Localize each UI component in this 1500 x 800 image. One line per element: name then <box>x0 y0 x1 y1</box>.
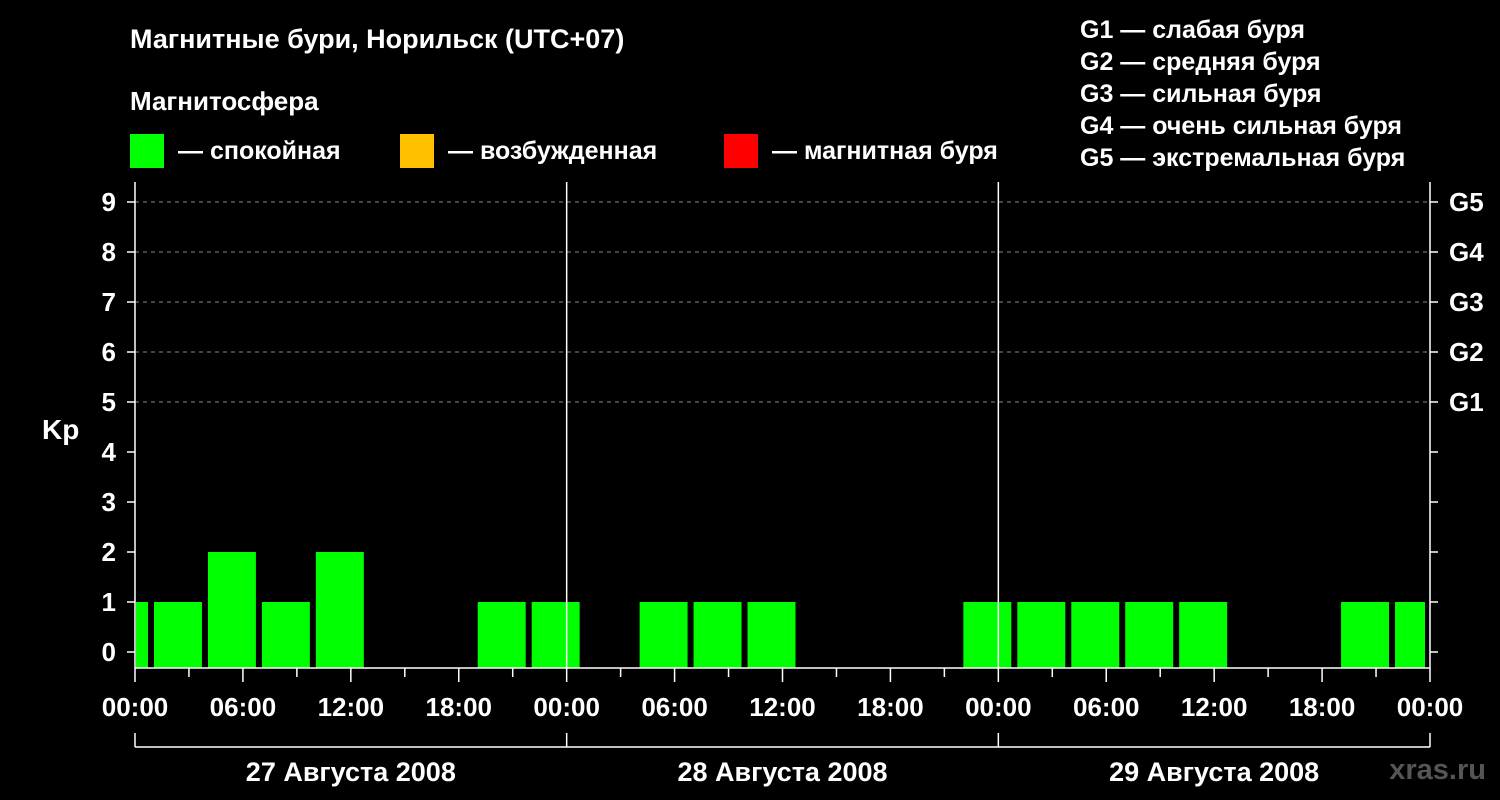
bar-16 <box>1395 602 1425 668</box>
bar-12 <box>1071 602 1120 668</box>
x-tick-label-11: 18:00 <box>1289 692 1356 722</box>
bar-2 <box>207 552 256 668</box>
y-tick-label-7: 7 <box>102 287 116 317</box>
x-tick-label-6: 12:00 <box>749 692 816 722</box>
g-level-label-4: G5 <box>1449 187 1484 217</box>
x-tick-label-5: 06:00 <box>641 692 708 722</box>
bar-3 <box>261 602 310 668</box>
x-tick-label-12: 00:00 <box>1397 692 1464 722</box>
x-tick-label-9: 06:00 <box>1073 692 1140 722</box>
x-tick-label-10: 12:00 <box>1181 692 1248 722</box>
g-level-label-2: G3 <box>1449 287 1484 317</box>
bar-9 <box>747 602 796 668</box>
x-tick-label-0: 00:00 <box>102 692 169 722</box>
bar-6 <box>531 602 580 668</box>
g-level-label-1: G2 <box>1449 337 1484 367</box>
y-tick-label-8: 8 <box>102 237 116 267</box>
day-label-1: 28 Августа 2008 <box>677 757 887 787</box>
x-tick-label-7: 18:00 <box>857 692 924 722</box>
y-axis-label: Kp <box>42 414 79 445</box>
bar-5 <box>477 602 526 668</box>
bar-1 <box>153 602 202 668</box>
bar-10 <box>963 602 1012 668</box>
g-level-label-0: G1 <box>1449 387 1484 417</box>
day-label-2: 29 Августа 2008 <box>1109 757 1319 787</box>
bar-15 <box>1341 602 1390 668</box>
bar-4 <box>315 552 364 668</box>
bar-14 <box>1179 602 1228 668</box>
y-tick-label-6: 6 <box>102 337 116 367</box>
watermark: xras.ru <box>1389 754 1486 786</box>
bar-11 <box>1017 602 1066 668</box>
y-tick-label-2: 2 <box>102 537 116 567</box>
bar-13 <box>1125 602 1174 668</box>
x-tick-label-3: 18:00 <box>426 692 493 722</box>
g-level-label-3: G4 <box>1449 237 1484 267</box>
bar-8 <box>693 602 742 668</box>
bar-7 <box>639 602 688 668</box>
y-tick-label-1: 1 <box>102 587 116 617</box>
day-label-0: 27 Августа 2008 <box>246 757 456 787</box>
x-tick-label-8: 00:00 <box>965 692 1032 722</box>
y-tick-label-3: 3 <box>102 487 116 517</box>
kp-bar-chart: 0 1 2 3 4 5 6 7 8 9 G1 G2 G3 G4 G5 Kp 00:00 06:00 12:00 18:… <box>42 182 1484 787</box>
y-tick-label-9: 9 <box>102 187 116 217</box>
y-tick-label-4: 4 <box>102 437 117 467</box>
bar-0 <box>136 602 148 668</box>
x-tick-label-4: 00:00 <box>533 692 600 722</box>
x-tick-label-1: 06:00 <box>210 692 277 722</box>
y-tick-label-0: 0 <box>102 637 116 667</box>
y-tick-label-5: 5 <box>102 387 116 417</box>
x-tick-label-2: 12:00 <box>318 692 385 722</box>
